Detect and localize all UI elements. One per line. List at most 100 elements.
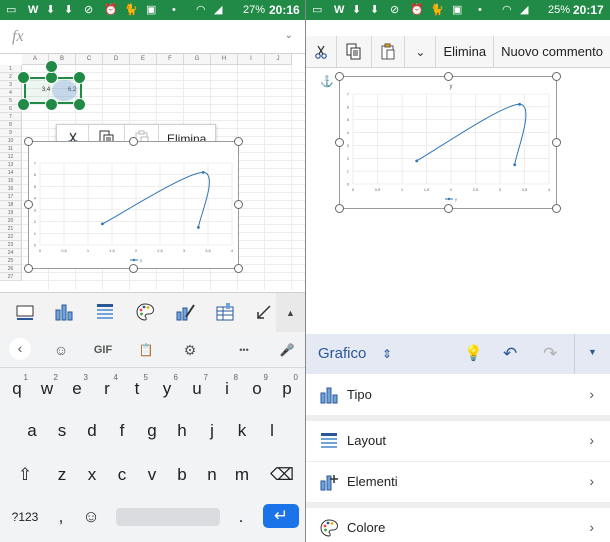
- key-g[interactable]: g: [138, 414, 166, 448]
- key-t[interactable]: t5: [123, 372, 151, 406]
- shape-icon[interactable]: [14, 301, 36, 323]
- row-header[interactable]: 22: [0, 233, 22, 241]
- row-header[interactable]: 12: [0, 153, 22, 161]
- spacebar[interactable]: [116, 508, 220, 526]
- row-header[interactable]: 26: [0, 265, 22, 273]
- key-h[interactable]: h: [168, 414, 196, 448]
- drag-handle[interactable]: [52, 80, 77, 101]
- key-d[interactable]: d: [78, 414, 106, 448]
- chart-resize-handle[interactable]: [444, 204, 453, 213]
- symbols-key[interactable]: ?123: [6, 500, 44, 534]
- chart-resize-handle[interactable]: [129, 264, 138, 273]
- key-v[interactable]: v: [138, 458, 166, 492]
- selection-handle[interactable]: [17, 71, 30, 84]
- palette-icon[interactable]: [134, 301, 156, 323]
- row-header[interactable]: 17: [0, 193, 22, 201]
- column-header[interactable]: G: [184, 54, 211, 65]
- enter-key[interactable]: ↵: [263, 504, 299, 528]
- column-header[interactable]: H: [211, 54, 238, 65]
- bar-chart-icon[interactable]: [53, 301, 75, 323]
- sticker-icon[interactable]: ☺: [50, 340, 72, 360]
- row-header[interactable]: 8: [0, 121, 22, 129]
- swap-icon[interactable]: ⇕: [382, 344, 392, 364]
- row-header[interactable]: 24: [0, 249, 22, 257]
- key-period[interactable]: .: [228, 500, 254, 534]
- caret-up-icon[interactable]: ▲: [276, 293, 305, 333]
- redo-icon[interactable]: ↷: [543, 344, 557, 364]
- column-header[interactable]: D: [103, 54, 130, 65]
- row-header[interactable]: 9: [0, 129, 22, 137]
- menu-item-colore[interactable]: Colore ›: [306, 508, 610, 542]
- formula-bar[interactable]: fx ⌄: [0, 20, 305, 54]
- key-a[interactable]: a: [18, 414, 46, 448]
- column-header[interactable]: J: [265, 54, 292, 65]
- row-header[interactable]: 4: [0, 89, 22, 97]
- key-o[interactable]: o9: [243, 372, 271, 406]
- key-b[interactable]: b: [168, 458, 196, 492]
- chart-resize-handle[interactable]: [552, 204, 561, 213]
- column-header[interactable]: C: [76, 54, 103, 65]
- chart-resize-handle[interactable]: [335, 72, 344, 81]
- key-x[interactable]: x: [78, 458, 106, 492]
- chart-resize-handle[interactable]: [552, 138, 561, 147]
- row-header[interactable]: 11: [0, 145, 22, 153]
- row-header[interactable]: 7: [0, 113, 22, 121]
- key-z[interactable]: z: [48, 458, 76, 492]
- column-header[interactable]: E: [130, 54, 157, 65]
- collapse-panel-button[interactable]: ▼: [574, 334, 610, 374]
- chart-resize-handle[interactable]: [24, 200, 33, 209]
- selection-handle[interactable]: [17, 98, 30, 111]
- chart-object[interactable]: 0 1 2 3 4 5 6 7 0 0,5 1 1,5 2 2,5 3 3,5 4 y: [28, 141, 239, 269]
- more-options-button[interactable]: ⌄: [405, 36, 437, 67]
- key-r[interactable]: r4: [93, 372, 121, 406]
- key-n[interactable]: n: [198, 458, 226, 492]
- row-header[interactable]: 15: [0, 177, 22, 185]
- selection-handle[interactable]: [73, 98, 86, 111]
- row-header[interactable]: 14: [0, 169, 22, 177]
- chart-resize-handle[interactable]: [234, 264, 243, 273]
- layout-icon[interactable]: [94, 301, 116, 323]
- key-w[interactable]: w2: [33, 372, 61, 406]
- selection-handle[interactable]: [45, 60, 58, 73]
- selection-handle[interactable]: [45, 98, 58, 111]
- key-i[interactable]: i8: [213, 372, 241, 406]
- chart-resize-handle[interactable]: [24, 264, 33, 273]
- row-header[interactable]: 25: [0, 257, 22, 265]
- key-u[interactable]: u7: [183, 372, 211, 406]
- row-header[interactable]: 18: [0, 201, 22, 209]
- mic-icon[interactable]: 🎤: [276, 340, 298, 360]
- key-e[interactable]: e3: [63, 372, 91, 406]
- chart-resize-handle[interactable]: [234, 137, 243, 146]
- key-c[interactable]: c: [108, 458, 136, 492]
- key-p[interactable]: p0: [273, 372, 301, 406]
- chevron-down-icon[interactable]: ⌄: [285, 30, 293, 41]
- column-header[interactable]: I: [238, 54, 265, 65]
- key-j[interactable]: j: [198, 414, 226, 448]
- key-y[interactable]: y6: [153, 372, 181, 406]
- new-comment-button[interactable]: Nuovo commento: [494, 36, 610, 67]
- delete-button[interactable]: Elimina: [436, 36, 495, 67]
- chart-resize-handle[interactable]: [234, 200, 243, 209]
- chart-object[interactable]: y 0 1 2 3 4 5 6 7 0 0,5 1 1,5 2 2,5 3 3,5 4 y: [339, 76, 557, 209]
- chart-resize-handle[interactable]: [335, 138, 344, 147]
- column-header[interactable]: F: [157, 54, 184, 65]
- chart-resize-handle[interactable]: [129, 137, 138, 146]
- chart-resize-handle[interactable]: [552, 72, 561, 81]
- settings-icon[interactable]: ⚙: [179, 340, 201, 360]
- row-header[interactable]: 19: [0, 209, 22, 217]
- row-header[interactable]: 23: [0, 241, 22, 249]
- key-k[interactable]: k: [228, 414, 256, 448]
- data-table-icon[interactable]: [214, 301, 236, 323]
- menu-item-elementi[interactable]: Elementi ›: [306, 462, 610, 502]
- back-icon[interactable]: ‹: [9, 338, 31, 360]
- key-q[interactable]: q1: [3, 372, 31, 406]
- key-l[interactable]: l: [258, 414, 286, 448]
- edit-chart-icon[interactable]: [174, 301, 196, 323]
- menu-item-layout[interactable]: Layout ›: [306, 421, 610, 461]
- more-icon[interactable]: •••: [230, 340, 258, 360]
- backspace-icon[interactable]: ⌫: [265, 458, 299, 492]
- paste-button[interactable]: [372, 36, 406, 67]
- key-comma[interactable]: ,: [48, 500, 74, 534]
- lightbulb-icon[interactable]: 💡: [464, 344, 483, 364]
- row-header[interactable]: 10: [0, 137, 22, 145]
